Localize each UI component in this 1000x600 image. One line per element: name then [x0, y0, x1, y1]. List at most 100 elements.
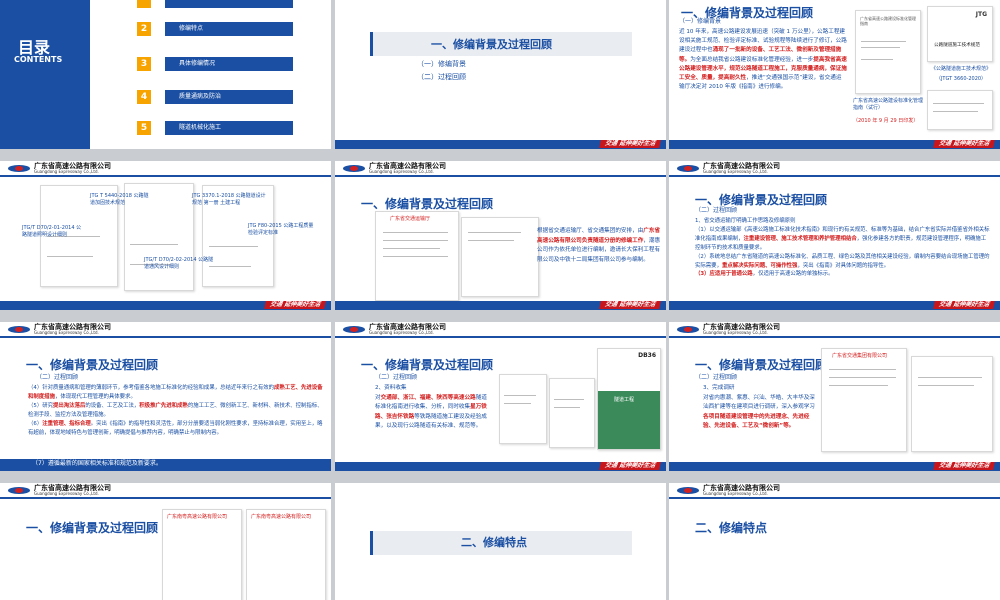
slogan: 交通 延伸美好生活: [599, 140, 661, 148]
document-thumbnail: [549, 378, 595, 448]
company-name-en: Guangdong Expressway Co.,Ltd.: [703, 329, 768, 335]
doc-mark: JTG: [975, 11, 987, 18]
slide-section-2[interactable]: 二、修编特点: [335, 483, 666, 600]
slogan: 交通 延伸美好生活: [599, 301, 661, 309]
body-text: 根据省交通运输厅、省交通集团的安排，由广东省高速公路有限公司负责隧道分册的修编工…: [537, 228, 661, 263]
clipped-text: （7）遵循最新的国家相关标准和规范及新要求。: [32, 460, 162, 467]
outline-item: （一）修编背景: [417, 60, 466, 68]
section-title: 一、修编背景及过程回顾: [695, 358, 828, 372]
footer-bar: 交通 延伸美好生活: [335, 301, 666, 310]
section-title: 一、修编背景及过程回顾: [26, 521, 159, 535]
company-name-en: Guangdong Expressway Co.,Ltd.: [369, 329, 434, 335]
slide-background[interactable]: 一、修编背景及过程回顾 （一）修编背景 近 10 年来，高速公路建设发展迅速（突…: [669, 0, 1000, 149]
section-title: 二、修编特点: [695, 521, 768, 535]
subheading: （二）过程回顾: [695, 207, 738, 214]
company-logo: [8, 325, 30, 334]
slide-header: 广东省高速公路有限公司 Guangdong Expressway Co.,Ltd.: [335, 161, 666, 177]
slogan: 交通 延伸美好生活: [933, 140, 995, 148]
toc-item[interactable]: 隧道机械化施工: [165, 121, 293, 135]
slide-header: 广东省高速公路有限公司 Guangdong Expressway Co.,Ltd.: [669, 483, 1000, 499]
section-title: 二、修编特点: [461, 536, 527, 549]
section-title: 一、修编背景及过程回顾: [26, 358, 159, 372]
document-thumbnail: [911, 356, 993, 452]
company-logo: [677, 486, 699, 495]
slide-section-1[interactable]: 一、修编背景及过程回顾 （一）修编背景 （二）过程回顾 交通 延伸美好生活: [335, 0, 666, 149]
body-text: 近 10 年来，高速公路建设发展迅速（突破 1 万公里），公路工程建设相关施工规…: [679, 29, 847, 91]
document-thumbnail: 广东南粤高速公路有限公司: [162, 509, 242, 600]
slide-thumbnail-grid: 目录 CONTENTS 2 修编特点 3 具体修编情况 4 质量通病及防治 5 …: [0, 0, 1000, 600]
toc-sidebar: 目录 CONTENTS: [0, 0, 90, 149]
document-thumbnail: [499, 374, 547, 444]
doc-heading: 公路隧道施工技术规范: [934, 43, 980, 48]
company-logo: [677, 164, 699, 173]
slide-survey[interactable]: 广东省高速公路有限公司 Guangdong Expressway Co.,Ltd.…: [669, 322, 1000, 471]
doc-heading: 广东省交通运输厅: [390, 216, 431, 222]
body-text: （4）针对质量通病和管理的薄弱环节，参考借鉴各地施工标准化的经验和成果，总结近年…: [28, 385, 323, 436]
footer-bar: 交通 延伸美好生活: [0, 301, 331, 310]
slide-documents-partial[interactable]: 广东省高速公路有限公司 Guangdong Expressway Co.,Ltd.…: [0, 483, 331, 600]
standard-label: JTG F80-2015 公路工程质量检验评定标准: [248, 223, 314, 236]
footer-bar: 交通 延伸美好生活: [335, 140, 666, 149]
doc-caption: （2010 年 9 月 29 日印发）: [853, 118, 919, 124]
slide-standards[interactable]: 广东省高速公路有限公司 Guangdong Expressway Co.,Ltd.…: [0, 161, 331, 310]
doc-caption: （JTGT 3660-2020）: [935, 76, 987, 82]
slide-toc[interactable]: 目录 CONTENTS 2 修编特点 3 具体修编情况 4 质量通病及防治 5 …: [0, 0, 331, 149]
standard-label: JTG/T D70/2-02-2014 公路隧道通风设计细则: [144, 257, 214, 270]
slide-header: 广东省高速公路有限公司 Guangdong Expressway Co.,Ltd.: [0, 322, 331, 338]
slogan: 交通 延伸美好生活: [264, 301, 326, 309]
company-logo: [8, 486, 30, 495]
slide-header: 广东省高速公路有限公司 Guangdong Expressway Co.,Ltd.: [0, 161, 331, 177]
slogan: 交通 延伸美好生活: [933, 462, 995, 470]
slide-header: 广东省高速公路有限公司 Guangdong Expressway Co.,Ltd.: [335, 322, 666, 338]
section-title: 一、修编背景及过程回顾: [361, 358, 494, 372]
toc-title-en: CONTENTS: [14, 55, 63, 64]
slide-features[interactable]: 广东省高速公路有限公司 Guangdong Expressway Co.,Ltd.…: [669, 483, 1000, 600]
slide-header: 广东省高速公路有限公司 Guangdong Expressway Co.,Ltd.: [669, 161, 1000, 177]
document-thumbnail: [927, 90, 993, 130]
document-thumbnail: JTG 公路隧道施工技术规范: [927, 6, 993, 62]
document-thumbnail: 广东省交通集团有限公司: [821, 348, 907, 452]
footer-bar: 交通 延伸美好生活: [669, 462, 1000, 471]
doc-code: DB36: [638, 352, 656, 359]
doc-caption: 广东省高速公路建设标准化管理指南（试行）: [853, 98, 924, 111]
section-title: 一、修编背景及过程回顾: [695, 193, 828, 207]
slide-process-review-2[interactable]: 广东省高速公路有限公司 Guangdong Expressway Co.,Ltd.…: [0, 322, 331, 471]
footer-bar: 交通 延伸美好生活: [335, 462, 666, 471]
toc-item[interactable]: 质量通病及防治: [165, 90, 293, 104]
footer-bar: （7）遵循最新的国家相关标准和规范及新要求。: [0, 459, 331, 471]
document-thumbnail: [461, 217, 539, 297]
document-thumbnail: 广东南粤高速公路有限公司: [246, 509, 326, 600]
company-logo: [8, 164, 30, 173]
slide-data-collection[interactable]: 广东省高速公路有限公司 Guangdong Expressway Co.,Ltd.…: [335, 322, 666, 471]
doc-caption: 《公路隧道施工技术规范》: [930, 66, 991, 72]
standard-label: JTG/T D70/2-01-2014 公路隧道照明设计细则: [22, 225, 82, 238]
doc-heading: 广东南粤高速公路有限公司: [251, 514, 312, 520]
body-text: 3、完成调研 对省内惠潮、紫惠、兴汕、华皓、大丰华及深汕西扩建等在建项目进行调研…: [703, 385, 815, 429]
toc-num: 5: [137, 121, 151, 135]
doc-heading: 广东省交通集团有限公司: [832, 353, 888, 359]
slogan: 交通 延伸美好生活: [933, 301, 995, 309]
slide-header: 广东省高速公路有限公司 Guangdong Expressway Co.,Ltd.: [0, 483, 331, 499]
company-name-en: Guangdong Expressway Co.,Ltd.: [34, 490, 99, 496]
company-logo: [343, 325, 365, 334]
slide-process-review-1[interactable]: 广东省高速公路有限公司 Guangdong Expressway Co.,Ltd.…: [669, 161, 1000, 310]
subheading: （二）过程回顾: [36, 374, 79, 381]
slide-assignment[interactable]: 广东省高速公路有限公司 Guangdong Expressway Co.,Ltd.…: [335, 161, 666, 310]
toc-num: 2: [137, 22, 151, 36]
section-title: 一、修编背景及过程回顾: [431, 38, 552, 51]
subheading: （一）修编背景: [679, 18, 722, 25]
doc-heading: 广东南粤高速公路有限公司: [167, 514, 228, 520]
slogan: 交通 延伸美好生活: [599, 462, 661, 470]
document-thumbnail: 广东省交通运输厅: [375, 211, 459, 301]
toc-num: 4: [137, 90, 151, 104]
doc-heading: 广东省高速公路建设标准化管理指南: [860, 16, 916, 26]
toc-num: 3: [137, 57, 151, 71]
company-name-en: Guangdong Expressway Co.,Ltd.: [703, 168, 768, 174]
standard-label: JTG 3370.1-2018 公路隧道设计规范 第一册 土建工程: [192, 193, 266, 206]
toc-item[interactable]: 具体修编情况: [165, 57, 293, 71]
document-thumbnail: 广东省高速公路建设标准化管理指南: [855, 10, 921, 94]
company-logo: [343, 164, 365, 173]
company-name-en: Guangdong Expressway Co.,Ltd.: [369, 168, 434, 174]
toc-item[interactable]: 修编特点: [165, 22, 293, 36]
body-text: 1、省交通运输厅明确工作思路及修编原则 （1）以交通运输部《高速公路施工标准化技…: [695, 218, 990, 278]
